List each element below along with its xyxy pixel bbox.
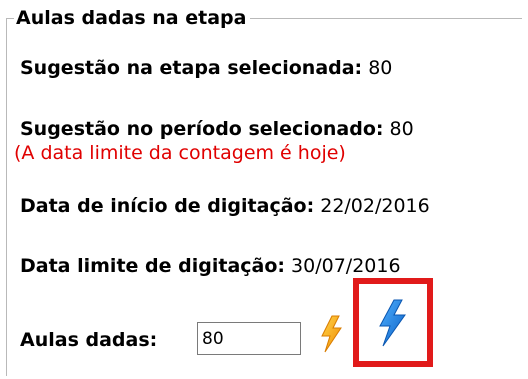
data-limite-row: Data limite de digitação: 30/07/2016 [20, 254, 401, 278]
data-inicio-value: 22/02/2016 [314, 195, 430, 217]
data-inicio-label: Data de início de digitação: [20, 195, 315, 217]
data-inicio-row: Data de início de digitação: 22/02/2016 [20, 194, 430, 218]
sugestao-periodo-label: Sugestão no período selecionado: [20, 118, 384, 140]
section-title: Aulas dadas na etapa [14, 6, 251, 30]
sugestao-etapa-value: 80 [362, 57, 393, 79]
sugestao-periodo-value: 80 [383, 118, 414, 140]
sugestao-etapa-row: Sugestão na etapa selecionada: 80 [20, 56, 392, 80]
lightning-orange-icon[interactable] [314, 314, 348, 354]
aulas-dadas-input[interactable] [197, 322, 301, 355]
highlight-box [353, 278, 433, 367]
data-limite-note: (A data limite da contagem é hoje) [14, 142, 346, 164]
data-limite-value: 30/07/2016 [285, 255, 401, 277]
sugestao-etapa-label: Sugestão na etapa selecionada: [20, 57, 363, 79]
aulas-dadas-row: Aulas dadas: [20, 328, 157, 352]
aulas-dadas-label: Aulas dadas: [20, 329, 158, 351]
data-limite-label: Data limite de digitação: [20, 255, 285, 277]
sugestao-periodo-row: Sugestão no período selecionado: 80 [20, 117, 414, 141]
